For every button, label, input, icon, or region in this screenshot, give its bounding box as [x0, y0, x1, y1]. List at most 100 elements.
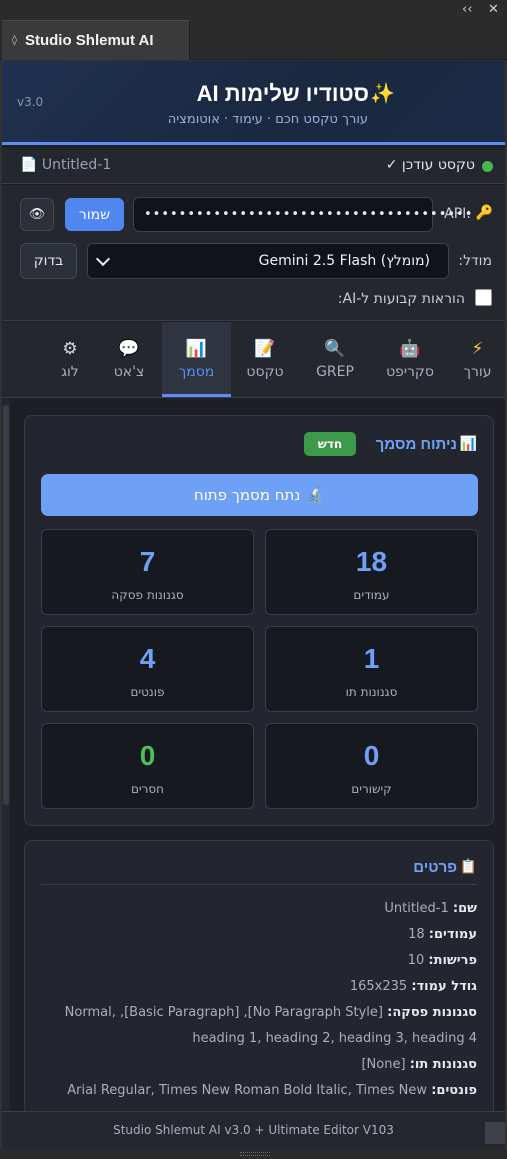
- document-icon: 📄: [20, 157, 38, 173]
- resize-handle-icon[interactable]: [240, 1152, 270, 1156]
- tab-script[interactable]: 🤖 סקריפט: [373, 322, 447, 397]
- fixed-instructions-label: הוראות קבועות ל-AI:: [337, 291, 465, 307]
- detail-key: סגנונות תו:: [409, 1057, 477, 1072]
- detail-value: 165x235: [349, 979, 408, 994]
- fixed-instructions-checkbox[interactable]: [475, 289, 492, 306]
- model-select-value: Gemini 2.5 Flash (מומלץ): [258, 253, 430, 269]
- tab-label: צ'אט: [113, 364, 145, 380]
- scrollbar[interactable]: [2, 399, 10, 1111]
- tab-label: עורך: [463, 364, 492, 380]
- gear-icon: ⚙: [62, 339, 78, 359]
- stat-value: 0: [139, 740, 156, 771]
- tab-grep[interactable]: 🔍 GREP: [302, 322, 368, 397]
- search-icon: 🔍: [324, 339, 346, 359]
- chat-icon: 💬: [118, 339, 140, 359]
- stat-label: קישורים: [351, 782, 392, 796]
- plugin-panel: v3.0 ✨ סטודיו שלימות AI עורך טקסט חכם · …: [2, 61, 505, 1149]
- analysis-title: ניתוח מסמך: [375, 436, 457, 453]
- resize-grip[interactable]: [485, 1122, 505, 1144]
- scrollbar-thumb[interactable]: [3, 405, 9, 805]
- document-analysis-card: 📊 ניתוח מסמך חדש 🔬 נתח מסמך פתוח 18 עמוד…: [24, 415, 494, 826]
- chevron-down-icon: [95, 251, 111, 267]
- window-titlebar: ‹‹ ✕: [0, 0, 507, 20]
- save-button[interactable]: שמור: [65, 198, 124, 231]
- tab-chat[interactable]: 💬 צ'אט: [99, 322, 159, 397]
- model-label: מודל:: [458, 253, 492, 269]
- detail-key: פרישות:: [428, 953, 477, 968]
- stat-label: חסרים: [130, 782, 165, 796]
- robot-icon: 🤖: [399, 339, 421, 359]
- footer-text: Studio Shlemut AI v3.0 + Ultimate Editor…: [113, 1123, 394, 1137]
- version-label: v3.0: [17, 95, 44, 109]
- panel-menu-icon[interactable]: ◊: [12, 35, 17, 46]
- detail-row-page-size: גודל עמוד: 165x235: [41, 974, 477, 1000]
- detail-value: 10: [407, 953, 425, 968]
- sparkle-icon: ✨: [370, 81, 395, 105]
- detail-row-paragraph-styles: סגנונות פסקה: [No Paragraph Style], [Bas…: [41, 1000, 477, 1052]
- detail-row-fonts: פונטים: Arial Regular, Times New Roman B…: [41, 1078, 477, 1104]
- tab-text[interactable]: 📝 טקסט: [232, 322, 298, 397]
- stat-value: 18: [355, 546, 388, 577]
- main-tabs: ⚡ עורך 🤖 סקריפט 🔍 GREP 📝 טקסט 📊 מסמך 💬 צ…: [2, 322, 505, 398]
- detail-value: 18: [408, 927, 425, 942]
- tab-label: מסמך: [178, 364, 215, 380]
- key-icon: 🔑: [475, 205, 493, 221]
- memo-icon: 📝: [254, 339, 276, 359]
- detail-row-name: שם: Untitled-1: [41, 896, 477, 922]
- status-text: טקסט עודכן ✓: [385, 157, 475, 173]
- window-bottom-bar: [0, 1149, 507, 1159]
- api-key-input[interactable]: ••••••••••••••••••••••••••••••••••••••: [133, 197, 472, 232]
- stat-value: 4: [139, 643, 156, 674]
- document-name: 📄 Untitled-1: [20, 157, 111, 173]
- detail-row-character-styles: סגנונות תו: [None]: [41, 1052, 477, 1078]
- check-model-button[interactable]: בדוק: [20, 243, 77, 279]
- tab-label: סקריפט: [386, 364, 434, 380]
- detail-key: גודל עמוד:: [411, 979, 477, 994]
- details-card: 📋 פרטים שם: Untitled-1 עמודים: 18 פרישות…: [24, 840, 494, 1130]
- divider: [41, 884, 477, 885]
- detail-key: עמודים:: [428, 927, 477, 942]
- settings-section: 🔑 API: •••••••••••••••••••••••••••••••••…: [2, 185, 505, 321]
- content-scroll-area[interactable]: 📊 ניתוח מסמך חדש 🔬 נתח מסמך פתוח 18 עמוד…: [2, 399, 505, 1130]
- model-select[interactable]: Gemini 2.5 Flash (מומלץ): [87, 243, 449, 279]
- detail-key: סגנונות פסקה:: [387, 1005, 477, 1020]
- stat-label: סגנונות פסקה: [111, 588, 184, 602]
- analyze-document-button[interactable]: 🔬 נתח מסמך פתוח: [41, 474, 478, 516]
- stat-fonts: 4 פונטים: [41, 626, 254, 712]
- microscope-icon: 🔬: [306, 486, 326, 504]
- stat-label: פונטים: [130, 685, 165, 699]
- status-indicator-icon: [482, 161, 493, 172]
- stat-missing: 0 חסרים: [41, 723, 254, 809]
- detail-key: פונטים:: [431, 1083, 477, 1098]
- detail-value: [None]: [361, 1057, 406, 1072]
- new-badge: חדש: [304, 432, 356, 456]
- details-title: פרטים: [413, 859, 457, 876]
- clipboard-icon: 📋: [459, 859, 477, 875]
- status-bar: טקסט עודכן ✓ 📄 Untitled-1: [2, 148, 505, 184]
- chart-icon: 📊: [459, 436, 477, 452]
- detail-key: שם:: [452, 901, 477, 916]
- close-icon[interactable]: ✕: [488, 1, 499, 19]
- stat-character-styles: 1 סגנונות תו: [265, 626, 478, 712]
- app-subtitle: עורך טקסט חכם · עימוד · אוטומציה: [167, 112, 368, 127]
- detail-value: Arial Regular, Times New Roman Bold Ital…: [67, 1083, 428, 1098]
- stat-label: סגנונות תו: [345, 685, 398, 699]
- stat-paragraph-styles: 7 סגנונות פסקה: [41, 529, 254, 615]
- detail-row-spreads: פרישות: 10: [41, 948, 477, 974]
- lightning-icon: ⚡: [471, 339, 484, 359]
- tab-log[interactable]: ⚙ לוג: [42, 322, 98, 397]
- tab-label: לוג: [61, 364, 79, 380]
- tab-document[interactable]: 📊 מסמך: [162, 322, 231, 397]
- tab-label: GREP: [316, 364, 354, 380]
- stat-label: עמודים: [353, 588, 390, 602]
- panel-tab[interactable]: ◊ Studio Shlemut AI: [2, 20, 190, 60]
- eye-icon: 👁: [28, 207, 46, 222]
- stat-pages: 18 עמודים: [265, 529, 478, 615]
- analyze-button-label: נתח מסמך פתוח: [193, 486, 301, 504]
- double-chevron-icon[interactable]: ‹‹: [462, 1, 472, 19]
- show-key-button[interactable]: 👁: [20, 198, 54, 231]
- tab-editor[interactable]: ⚡ עורך: [450, 322, 505, 397]
- app-title: סטודיו שלימות AI: [196, 81, 369, 106]
- panel-tab-title: Studio Shlemut AI: [24, 32, 154, 49]
- panel-tabstrip: ◊ Studio Shlemut AI: [0, 20, 507, 60]
